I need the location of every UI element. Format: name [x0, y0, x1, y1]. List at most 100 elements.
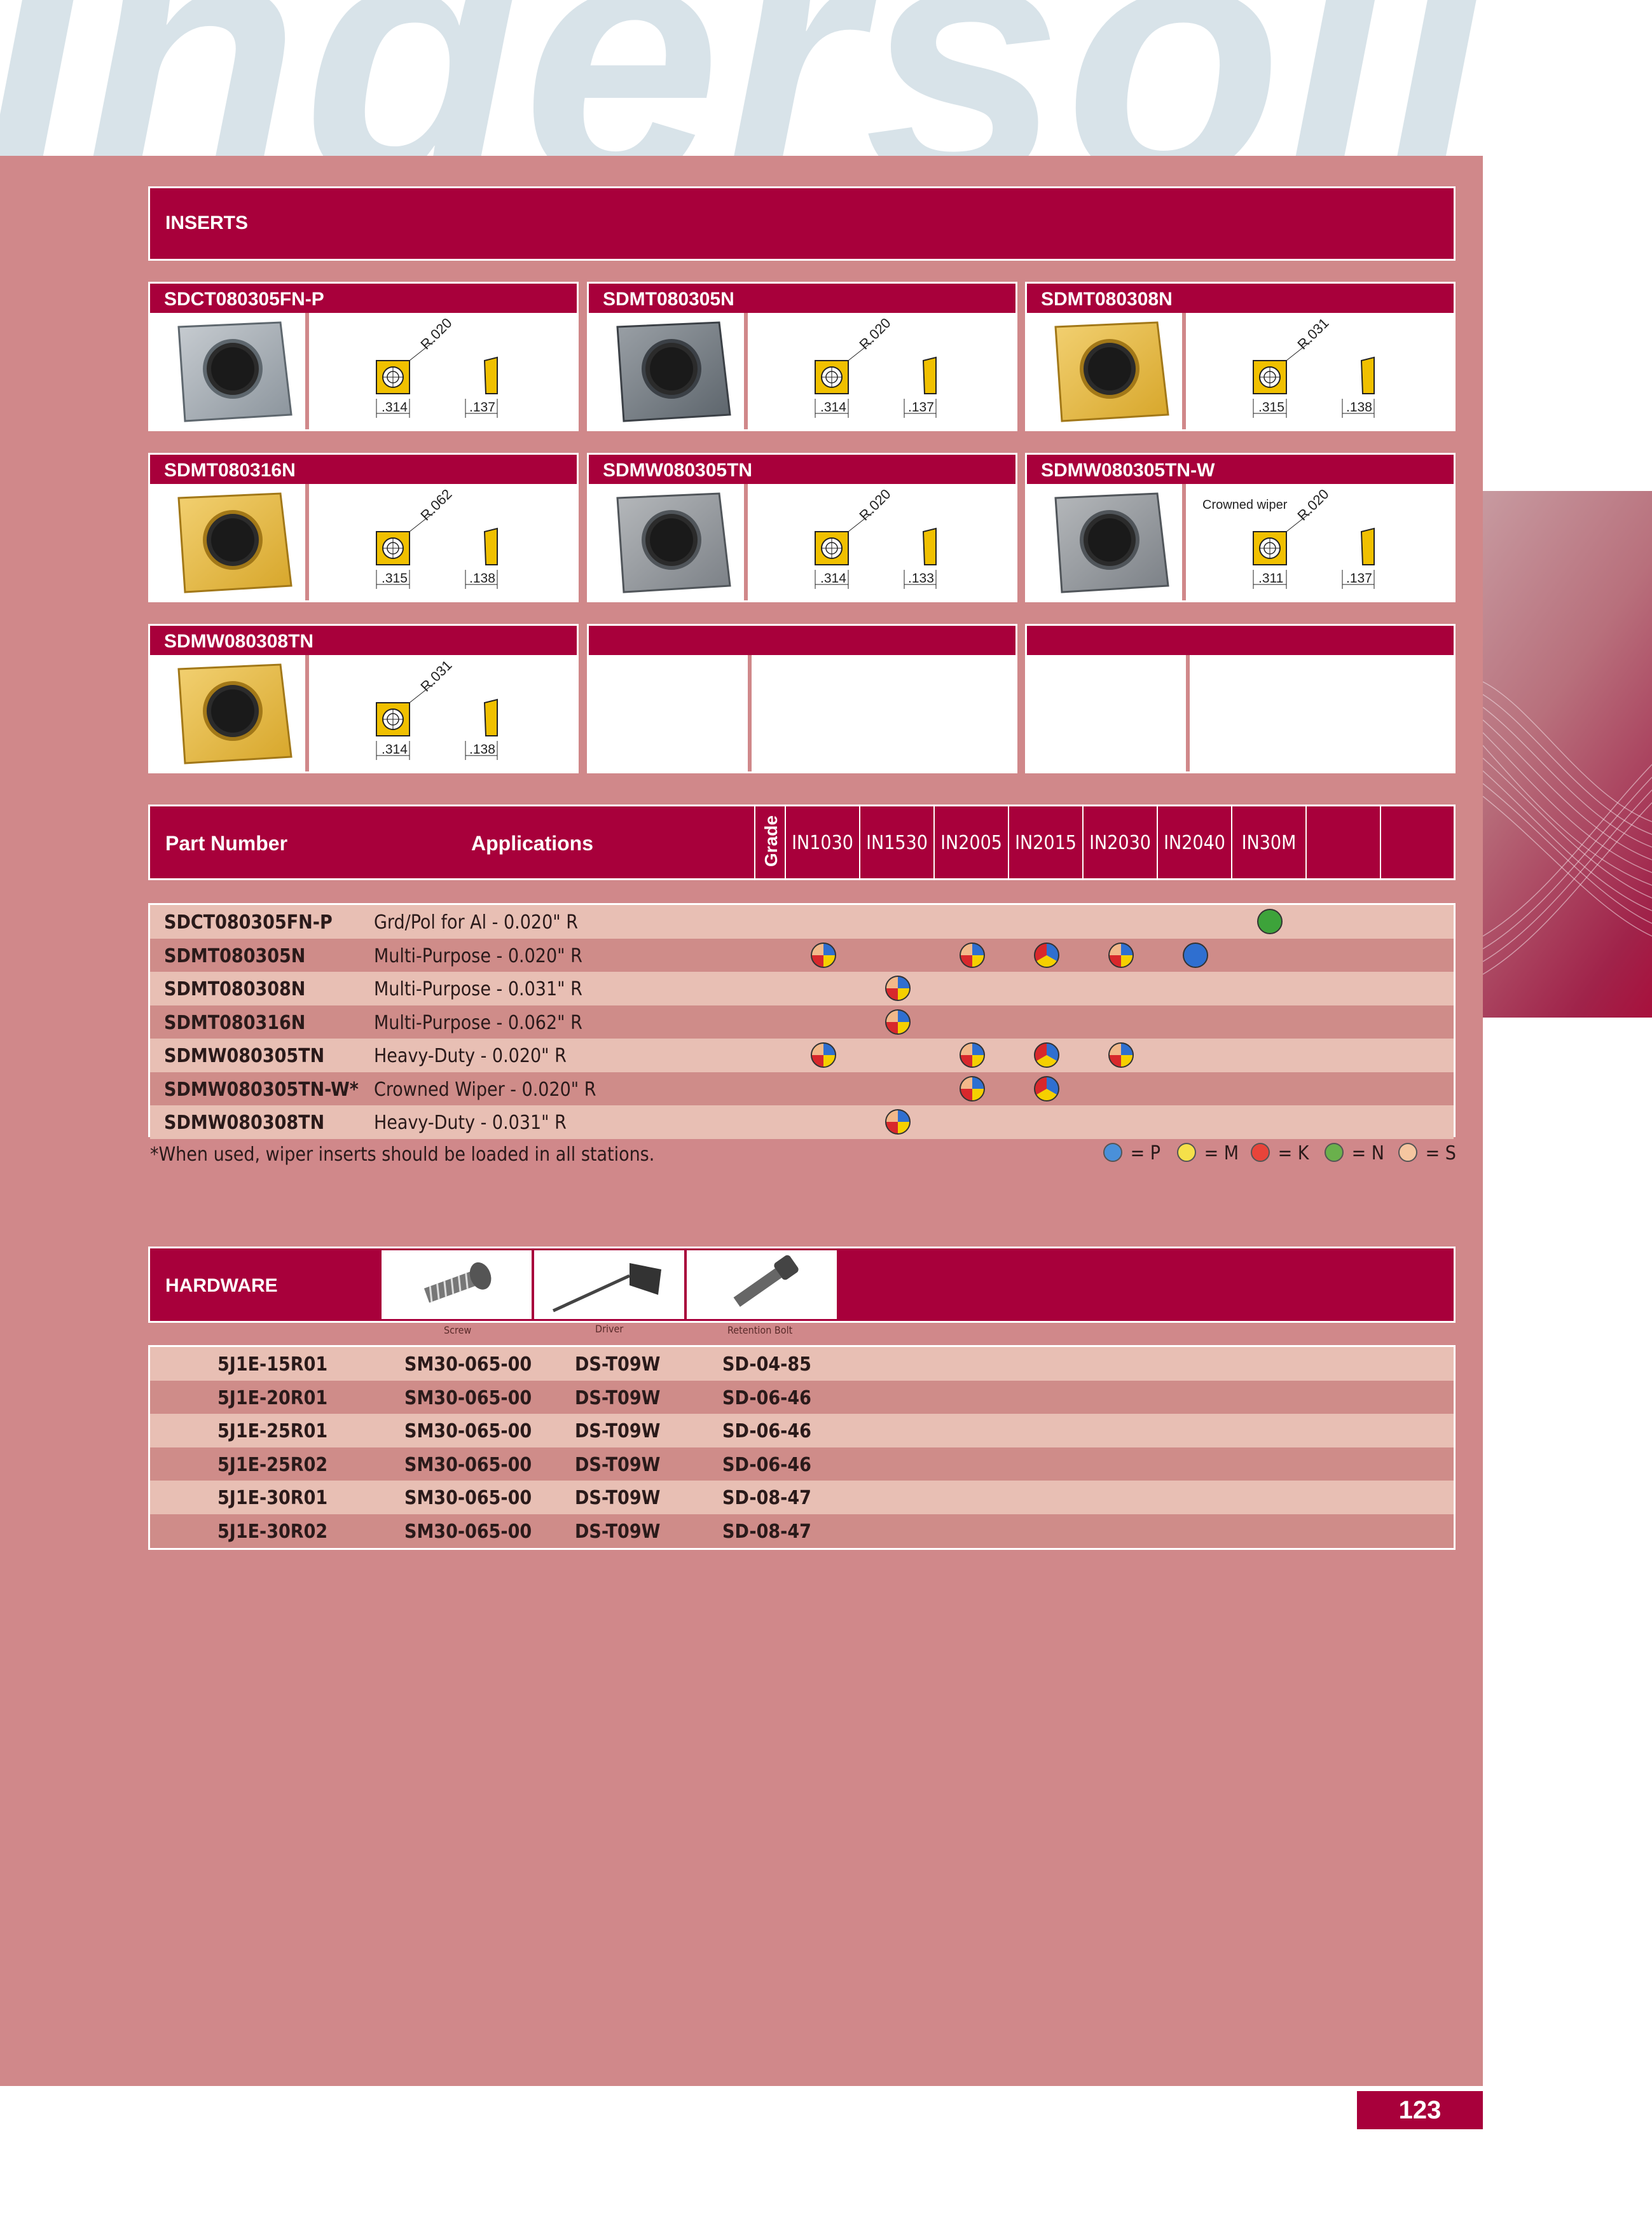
driver-number: DS-T09W: [575, 1386, 661, 1409]
insert-card: SDMT080305N R.020 .314 .137: [587, 282, 1017, 431]
grade-column: IN2005: [935, 806, 1009, 878]
insert-photo-icon: [616, 321, 731, 422]
insert-thickness: .137: [908, 400, 934, 415]
insert-width: .315: [1258, 400, 1284, 415]
material-dot: [1033, 1075, 1059, 1102]
retention-bolt-number: SD-06-46: [722, 1453, 811, 1476]
material-dot: [1108, 942, 1134, 968]
driver-image: [534, 1250, 684, 1319]
hardware-row: 5J1E-25R02 SM30-065-00 DS-T09W SD-06-46: [150, 1447, 1454, 1481]
insert-name: SDMW080305TN-W: [1041, 460, 1215, 481]
insert-drawing: R.020 .314 .137: [313, 313, 577, 429]
insert-drawing: R.062 .315 .138: [313, 484, 577, 600]
insert-drawing: R.031 .315 .138: [1190, 313, 1454, 429]
screw-number: SM30-065-00: [404, 1386, 532, 1409]
insert-width: .314: [382, 400, 408, 415]
retention-bolt-number: SD-04-85: [722, 1353, 811, 1376]
insert-name-bar: SDMW080305TN-W: [1027, 455, 1454, 484]
insert-note: Crowned wiper: [1202, 498, 1288, 512]
cutter-number: 5J1E-30R01: [217, 1487, 328, 1509]
grade-row: SDMT080305N Multi-Purpose - 0.020" R: [150, 938, 1454, 972]
screw-number: SM30-065-00: [404, 1353, 532, 1376]
insert-thickness: .137: [469, 400, 495, 415]
screw-number: SM30-065-00: [404, 1453, 532, 1476]
grade-name: IN2030: [1089, 832, 1151, 854]
material-dot: [810, 942, 836, 968]
retention-bolt-number: SD-06-46: [722, 1420, 811, 1442]
col-part-number: Part Number: [165, 832, 288, 855]
grade-column: IN1030: [786, 806, 860, 878]
grade-row: SDMW080308TN Heavy-Duty - 0.031" R: [150, 1105, 1454, 1139]
screw-caption: Screw: [444, 1324, 472, 1336]
application: Heavy-Duty - 0.020" R: [374, 1045, 567, 1067]
insert-width: .314: [820, 400, 846, 415]
part-number: SDCT080305FN-P: [164, 911, 333, 934]
retention-bolt-number: SD-08-47: [722, 1487, 811, 1509]
insert-photo-icon: [177, 492, 293, 593]
insert-photo: [1027, 484, 1186, 600]
legend-item: = N: [1325, 1142, 1384, 1165]
insert-name-bar: SDMT080305N: [589, 284, 1015, 313]
insert-name-bar: SDMT080316N: [150, 455, 577, 484]
application: Multi-Purpose - 0.062" R: [374, 1011, 582, 1034]
legend-label: = S: [1425, 1142, 1456, 1164]
material-dot: [1108, 1042, 1134, 1068]
material-dot: [885, 1109, 911, 1135]
grade-header: Part Number Applications Grade IN1030 IN1…: [150, 806, 1456, 878]
screw-number: SM30-065-00: [404, 1487, 532, 1509]
insert-name: SDMW080308TN: [164, 631, 314, 652]
retention-bolt-number: SD-08-47: [722, 1520, 811, 1543]
insert-thickness: .138: [469, 742, 495, 757]
grade-column: IN2030: [1084, 806, 1158, 878]
grade-column: IN2040: [1158, 806, 1232, 878]
part-number: SDMT080305N: [164, 944, 306, 967]
insert-name-bar: SDMW080305TN: [589, 455, 1015, 484]
insert-photo-icon: [177, 663, 293, 764]
application: Crowned Wiper - 0.020" R: [374, 1078, 596, 1101]
grade-name: IN2015: [1015, 832, 1077, 854]
insert-photo-icon: [1054, 321, 1169, 422]
cutter-number: 5J1E-25R01: [217, 1420, 328, 1442]
insert-thickness: .138: [1346, 400, 1372, 415]
material-dot: [1182, 942, 1208, 968]
grade-row: SDCT080305FN-P Grd/Pol for Al - 0.020" R: [150, 905, 1454, 939]
insert-card: SDMW080308TN R.031 .314 .138: [148, 624, 579, 773]
grade-column: IN1530: [860, 806, 935, 878]
grade-label: Grade: [761, 815, 781, 867]
legend-dot: [1103, 1143, 1122, 1162]
insert-name: SDMT080305N: [603, 289, 734, 310]
application: Heavy-Duty - 0.031" R: [374, 1112, 567, 1134]
cutter-number: 5J1E-30R02: [217, 1520, 328, 1543]
insert-name-bar: SDMT080308N: [1027, 284, 1454, 313]
grade-name: IN2040: [1164, 832, 1225, 854]
decorative-swirl: [1483, 491, 1652, 1018]
insert-drawing: R.020 .311 .137 Crowned wiper: [1190, 484, 1454, 600]
legend-label: = K: [1277, 1142, 1309, 1164]
driver-number: DS-T09W: [575, 1353, 661, 1376]
insert-thickness: .138: [469, 571, 495, 586]
grade-row: SDMW080305TN-W* Crowned Wiper - 0.020" R: [150, 1072, 1454, 1105]
insert-photo: [150, 313, 309, 429]
legend-dot: [1251, 1143, 1270, 1162]
empty-card: [1025, 624, 1456, 773]
legend-item: = M: [1177, 1142, 1239, 1165]
material-dot: [810, 1042, 836, 1068]
insert-photo-icon: [616, 492, 731, 593]
insert-width: .314: [820, 571, 846, 586]
retention-bolt-image: [687, 1250, 837, 1319]
insert-photo: [589, 484, 748, 600]
cutter-number: 5J1E-15R01: [217, 1353, 328, 1376]
grade-column: [1381, 806, 1456, 878]
insert-photo-icon: [1054, 492, 1169, 593]
legend-label: = P: [1130, 1142, 1161, 1164]
insert-name-bar: SDCT080305FN-P: [150, 284, 577, 313]
col-applications: Applications: [471, 832, 594, 855]
grade-row: SDMW080305TN Heavy-Duty - 0.020" R: [150, 1039, 1454, 1072]
driver-caption: Driver: [595, 1323, 624, 1335]
grade-name: IN2005: [940, 832, 1002, 854]
part-number: SDMT080316N: [164, 1011, 306, 1034]
part-number: SDMW080308TN: [164, 1112, 325, 1134]
grade-row: SDMT080316N Multi-Purpose - 0.062" R: [150, 1005, 1454, 1039]
cutter-number: 5J1E-25R02: [217, 1453, 328, 1476]
material-dot: [1033, 1042, 1059, 1068]
